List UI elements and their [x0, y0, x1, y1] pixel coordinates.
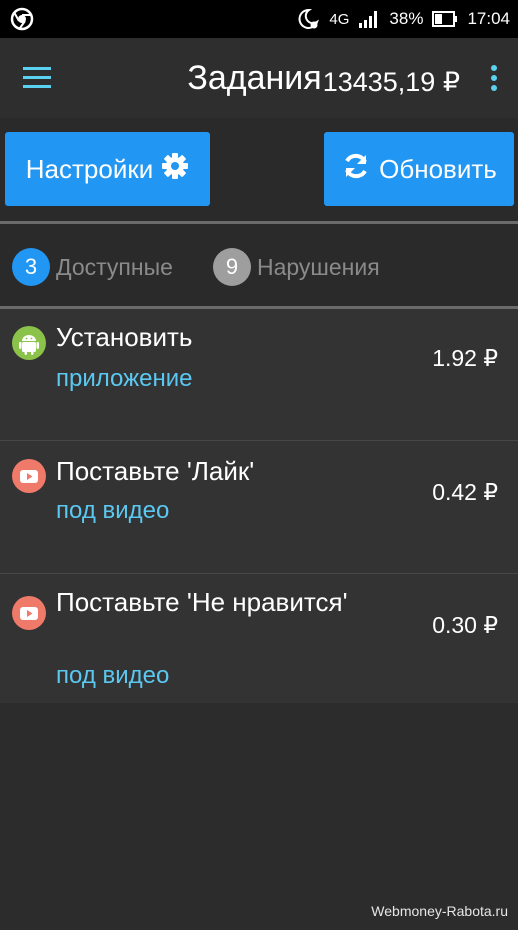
task-title: Установить [56, 322, 193, 352]
moon-alarm-icon [296, 7, 320, 31]
browser-icon [10, 7, 34, 31]
youtube-icon [12, 596, 46, 630]
task-price: 0.42 ₽ [432, 479, 498, 505]
task-item[interactable]: Поставьте 'Лайк' под видео 0.42 ₽ [0, 441, 518, 574]
refresh-button-label: Обновить [379, 153, 497, 184]
signal-icon [358, 10, 380, 28]
task-title: Поставьте 'Не нравится' [56, 587, 348, 617]
tab-label: Нарушения [257, 253, 380, 280]
clock: 17:04 [467, 9, 510, 28]
tab-available[interactable]: 3 Доступные [12, 248, 173, 286]
battery-percent: 38% [389, 9, 424, 28]
task-title: Поставьте 'Лайк' [56, 456, 255, 486]
tab-bar: 3 Доступные 9 Нарушения [0, 224, 518, 306]
task-item[interactable]: Установить приложение 1.92 ₽ [0, 309, 518, 441]
tab-violations[interactable]: 9 Нарушения [213, 248, 380, 286]
count-badge: 9 [213, 248, 251, 286]
battery-icon [432, 11, 458, 27]
app-toolbar: Задания 13435,19 ₽ [0, 38, 518, 118]
task-price: 0.30 ₽ [432, 612, 498, 638]
refresh-button[interactable]: Обновить [324, 132, 514, 206]
tab-label: Доступные [56, 253, 173, 280]
gear-icon [161, 152, 189, 187]
network-type: 4G [329, 10, 350, 28]
task-item[interactable]: Поставьте 'Не нравится' под видео 0.30 ₽ [0, 574, 518, 703]
task-list: Установить приложение 1.92 ₽ Поставьте '… [0, 309, 518, 703]
page-title: Задания [187, 58, 322, 97]
youtube-icon [12, 459, 46, 493]
settings-button[interactable]: Настройки [5, 132, 210, 206]
action-bar: Настройки Обновить [0, 118, 518, 222]
task-subtitle: под видео [56, 662, 170, 689]
task-subtitle: приложение [56, 365, 193, 392]
more-options-icon[interactable] [486, 62, 502, 94]
task-subtitle: под видео [56, 497, 170, 524]
android-icon [12, 326, 46, 360]
task-price: 1.92 ₽ [432, 345, 498, 371]
hamburger-menu-icon[interactable] [18, 62, 58, 94]
watermark: Webmoney-Rabota.ru [371, 903, 508, 919]
balance-value: 13435,19 ₽ [322, 66, 460, 97]
status-bar: 4G 38% 17:04 [0, 0, 518, 38]
refresh-icon [341, 151, 371, 188]
settings-button-label: Настройки [25, 153, 154, 184]
count-badge: 3 [12, 248, 50, 286]
